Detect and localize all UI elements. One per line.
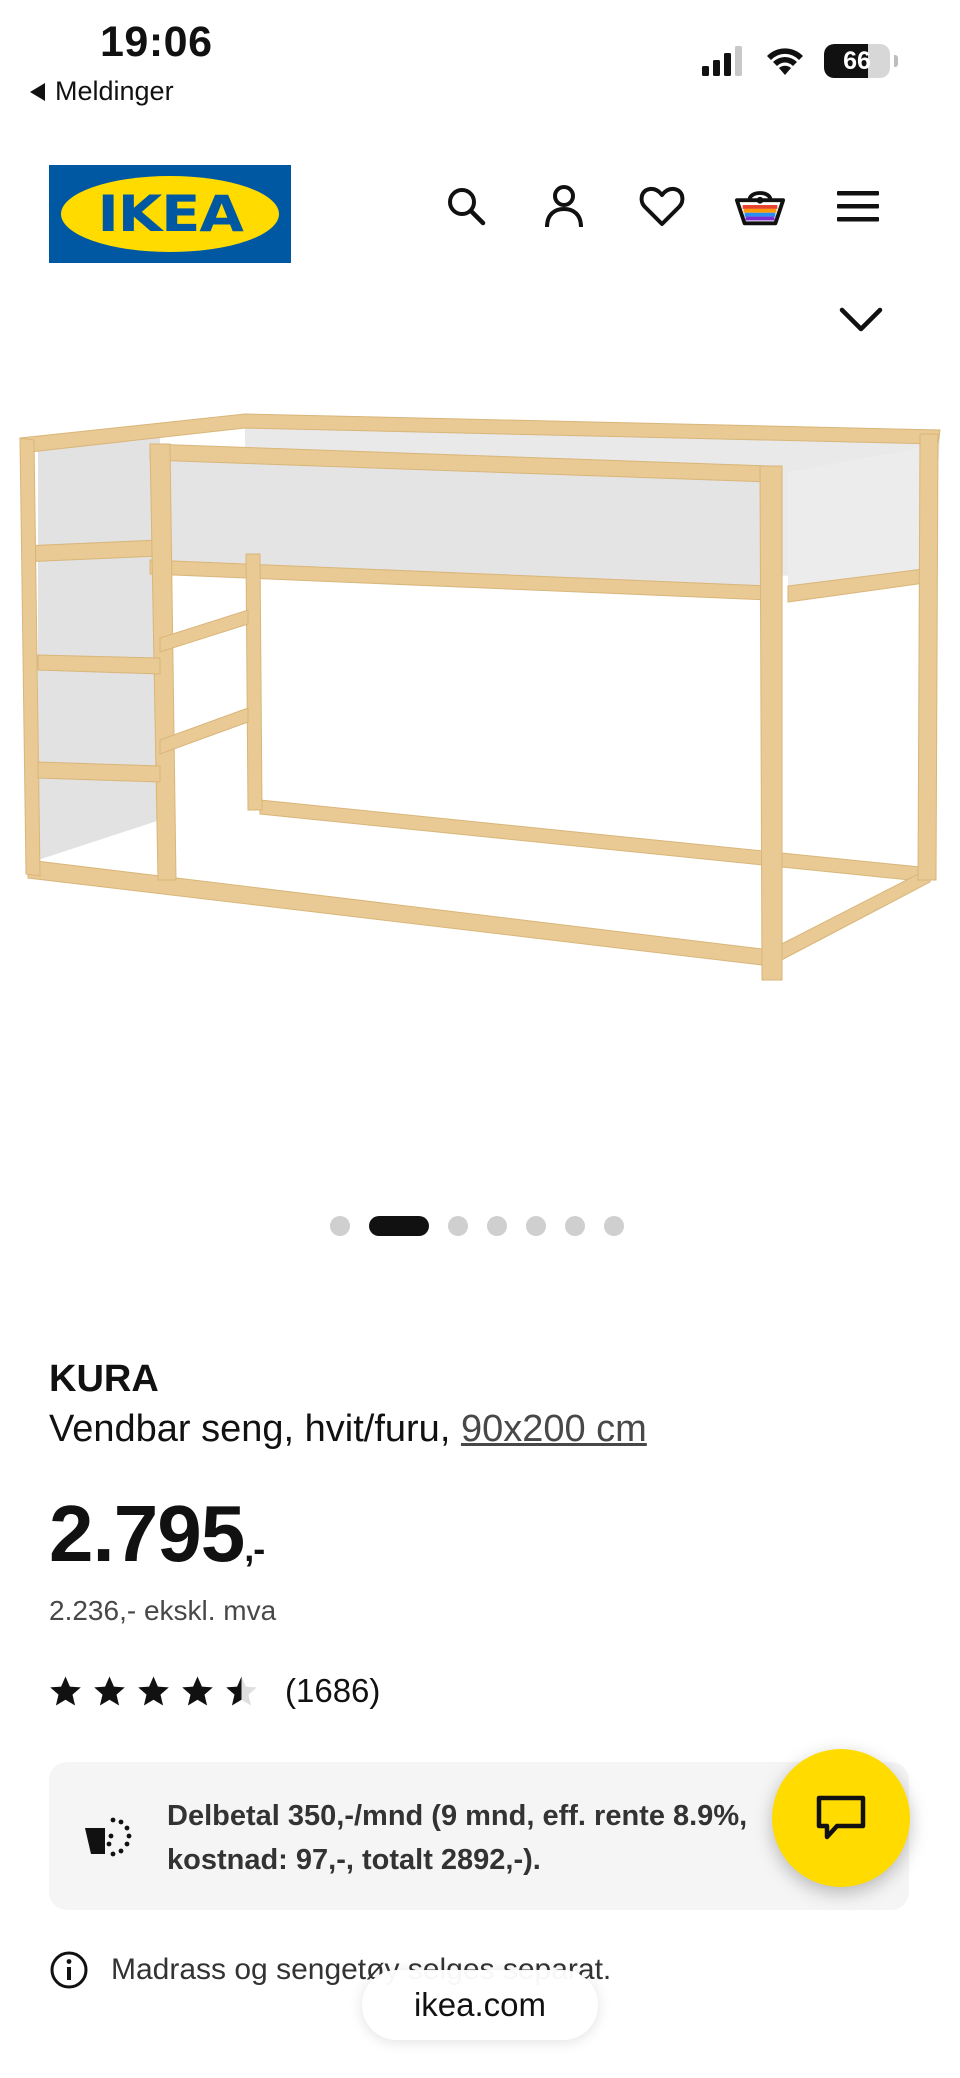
financing-text: Delbetal 350,-/mnd (9 mnd, eff. rente 8.… <box>167 1800 748 1876</box>
product-price: 2.795,- <box>49 1488 265 1580</box>
carousel-dot[interactable] <box>604 1216 624 1236</box>
status-time: 19:06 <box>100 18 213 66</box>
carousel-dot[interactable] <box>526 1216 546 1236</box>
signal-icon <box>702 46 742 76</box>
browser-url-bar[interactable]: ikea.com <box>362 1970 598 2040</box>
logo-text: IKEA <box>97 185 243 243</box>
logo-oval: IKEA <box>61 176 279 252</box>
back-to-messages-link[interactable]: Meldinger <box>30 76 174 107</box>
chat-button[interactable] <box>772 1749 910 1887</box>
search-button[interactable] <box>440 180 492 232</box>
rating-stars <box>49 1675 258 1708</box>
back-link-label: Meldinger <box>55 76 174 106</box>
star-half-icon <box>226 1676 257 1705</box>
star-full-icon <box>50 1676 81 1705</box>
product-rating[interactable]: (1686) <box>49 1672 380 1710</box>
cart-icon <box>734 191 786 226</box>
chat-icon <box>816 1795 866 1840</box>
carousel-dot[interactable] <box>487 1216 507 1236</box>
payment-split-icon <box>85 1817 132 1857</box>
star-full-icon <box>94 1676 125 1705</box>
product-name: KURA <box>49 1358 159 1400</box>
heart-icon <box>639 186 685 226</box>
favourites-button[interactable] <box>636 180 688 232</box>
status-icons: 66 <box>702 44 898 78</box>
header-actions <box>440 180 884 232</box>
carousel-dot[interactable] <box>330 1216 350 1236</box>
chevron-down-icon <box>839 307 883 332</box>
kura-bed-image <box>19 413 941 981</box>
battery-cap <box>894 55 898 67</box>
status-bar: 19:06 Meldinger 66 <box>0 0 960 110</box>
carousel-dot-active[interactable] <box>369 1216 429 1236</box>
wifi-icon <box>767 48 803 75</box>
size-link[interactable]: 90x200 cm <box>461 1408 647 1450</box>
ikea-logo[interactable]: IKEA <box>49 165 291 263</box>
back-arrow-icon <box>30 82 45 101</box>
info-icon <box>50 1951 88 1989</box>
search-icon <box>448 188 486 226</box>
price-value: 2.795 <box>49 1489 245 1578</box>
product-description: Vendbar seng, hvit/furu, 90x200 cm <box>49 1408 647 1451</box>
menu-icon <box>837 191 879 222</box>
account-button[interactable] <box>538 180 590 232</box>
rating-count: (1686) <box>285 1672 381 1709</box>
menu-button[interactable] <box>832 180 884 232</box>
star-full-icon <box>138 1676 169 1705</box>
battery-icon: 66 <box>824 44 890 78</box>
expand-button[interactable] <box>836 300 886 340</box>
image-carousel-dots[interactable] <box>330 1216 624 1236</box>
carousel-dot[interactable] <box>448 1216 468 1236</box>
user-icon <box>545 185 583 228</box>
price-suffix: ,- <box>244 1528 265 1569</box>
cart-button[interactable] <box>734 180 786 232</box>
carousel-dot[interactable] <box>565 1216 585 1236</box>
product-description-text: Vendbar seng, hvit/furu, <box>49 1408 461 1450</box>
price-excl-vat: 2.236,- ekskl. mva <box>49 1595 277 1626</box>
star-full-icon <box>182 1676 213 1705</box>
product-image[interactable] <box>0 390 960 1010</box>
battery-percent: 66 <box>843 46 871 75</box>
url-text: ikea.com <box>413 1986 547 2023</box>
